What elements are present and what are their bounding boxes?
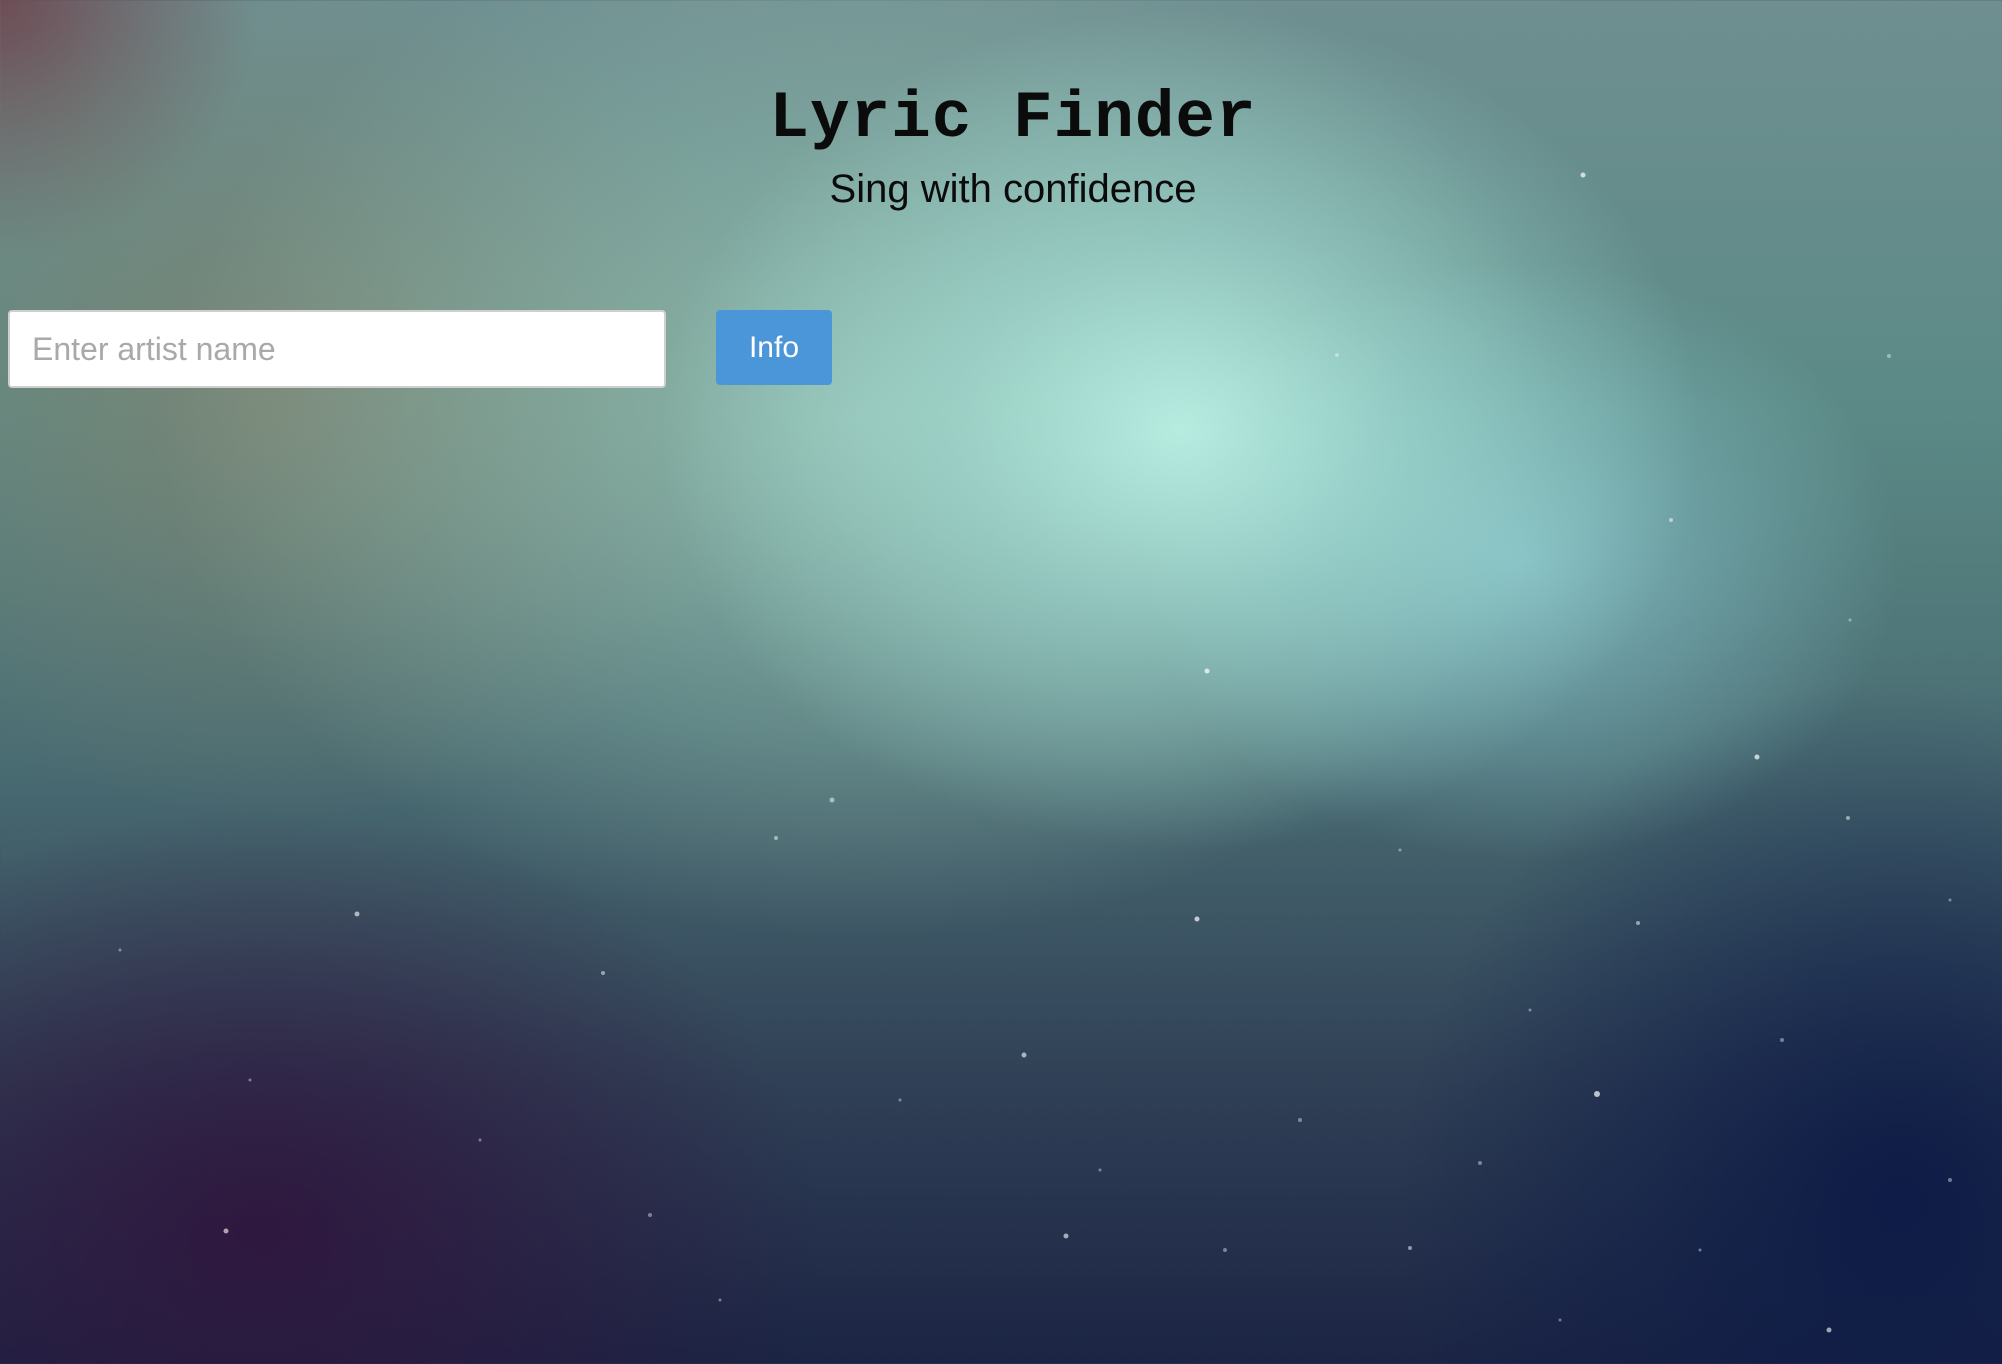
artist-name-input[interactable]	[8, 310, 666, 388]
page-title: Lyric Finder	[769, 81, 1257, 156]
info-button[interactable]: Info	[716, 310, 832, 385]
page-header: Lyric Finder Sing with confidence	[0, 80, 2002, 212]
page-subtitle: Sing with confidence	[829, 167, 1197, 211]
